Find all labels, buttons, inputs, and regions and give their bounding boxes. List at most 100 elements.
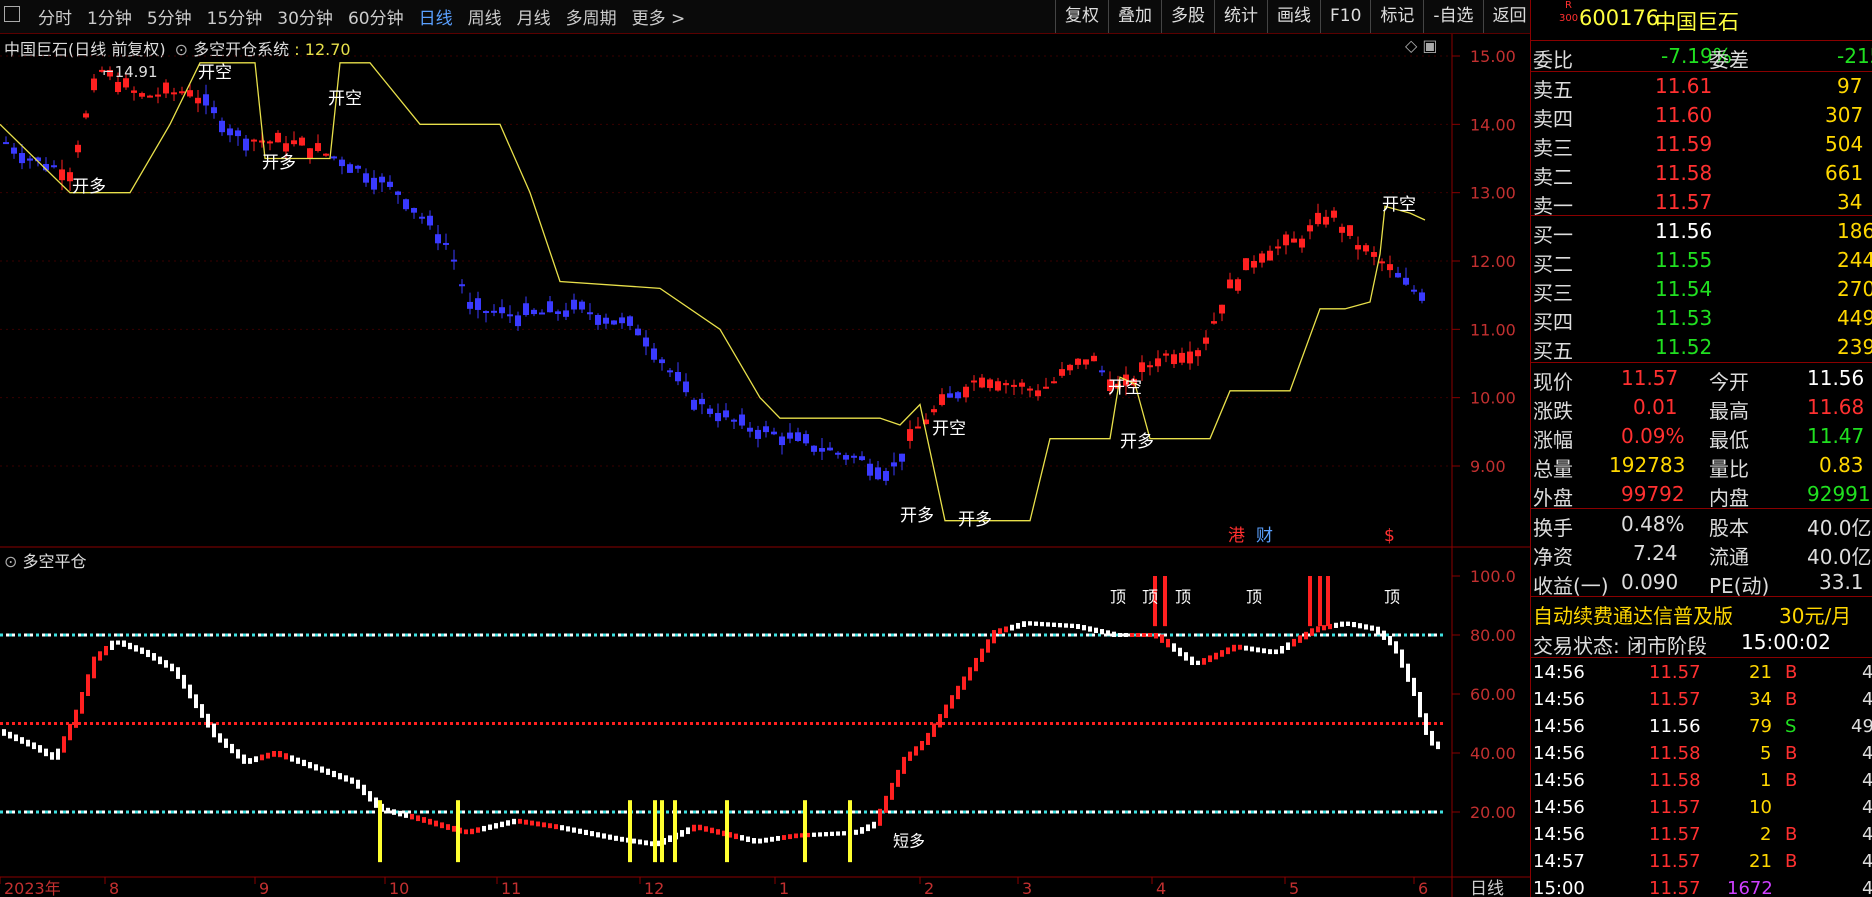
oscillator-bar bbox=[308, 762, 312, 769]
oscillator-bar bbox=[860, 827, 864, 834]
promo-row[interactable]: 自动续费通达信普及版 30元/月 bbox=[1531, 598, 1872, 628]
oscillator-bar bbox=[494, 823, 498, 829]
candle-body bbox=[579, 301, 585, 310]
sell-volume: 34 bbox=[1837, 190, 1863, 214]
oscillator-bar bbox=[686, 827, 690, 835]
weibi-label: 委比 bbox=[1533, 48, 1573, 72]
tick-row: 15:00 11.57 1672 4 bbox=[1531, 875, 1872, 897]
tick-volume: 79 bbox=[1749, 716, 1772, 737]
toolbar-button-2[interactable]: 多股 bbox=[1161, 0, 1214, 33]
toolbar-button-0[interactable]: 复权 bbox=[1055, 0, 1108, 33]
oscillator-bar bbox=[1298, 635, 1302, 643]
stat-value: 0.01 bbox=[1633, 395, 1678, 419]
buy-label: 买二 bbox=[1533, 252, 1573, 276]
candle-body bbox=[427, 215, 433, 226]
candle-body bbox=[619, 317, 625, 324]
candle-body bbox=[939, 394, 945, 405]
x-tick-label: 6 bbox=[1418, 879, 1428, 897]
candle-body bbox=[683, 381, 689, 393]
tab-10[interactable]: 更多 > bbox=[632, 4, 686, 29]
tab-1[interactable]: 1分钟 bbox=[87, 4, 132, 29]
toolbar-button-8[interactable]: 返回 bbox=[1482, 0, 1536, 33]
oscillator-bar bbox=[206, 713, 210, 728]
candle-body bbox=[51, 165, 57, 168]
sub-y-tick-label: 40.00 bbox=[1470, 744, 1516, 763]
stat-label: 最低 bbox=[1709, 428, 1749, 452]
oscillator-bar bbox=[764, 837, 768, 843]
toolbar-button-5[interactable]: F10 bbox=[1320, 0, 1370, 33]
oscillator-bar bbox=[56, 748, 60, 760]
oscillator-bar bbox=[998, 628, 1002, 635]
oscillator-bar bbox=[1196, 660, 1200, 666]
oscillator-bar bbox=[20, 737, 24, 744]
tick-time: 14:57 bbox=[1533, 851, 1585, 872]
oscillator-bar bbox=[1136, 633, 1140, 637]
chart-canvas[interactable]: 15.00 14.00 13.00 12.00 11.00 10.00 9.00 100.0 8… bbox=[0, 34, 1530, 897]
top-label: 顶 bbox=[1246, 588, 1262, 607]
toolbar-button-3[interactable]: 统计 bbox=[1214, 0, 1267, 33]
oscillator-bar bbox=[896, 769, 900, 787]
toolbar-button-7[interactable]: -自选 bbox=[1423, 0, 1482, 33]
tick-direction: B bbox=[1785, 662, 1798, 683]
oscillator-bar bbox=[1154, 633, 1158, 639]
candle-body bbox=[451, 259, 457, 262]
oscillator-bar bbox=[1058, 622, 1062, 628]
tab-5[interactable]: 60分钟 bbox=[348, 4, 404, 29]
stat2-value: 0.48% bbox=[1621, 512, 1685, 536]
signal-marker: 开多 bbox=[958, 510, 992, 530]
oscillator-bar bbox=[176, 667, 180, 679]
candle-body bbox=[83, 113, 89, 118]
oscillator-bar bbox=[170, 663, 174, 672]
tick-count: 4 bbox=[1862, 797, 1872, 818]
oscillator-bar bbox=[482, 825, 486, 832]
oscillator-bar bbox=[680, 830, 684, 837]
toolbar-button-1[interactable]: 叠加 bbox=[1108, 0, 1161, 33]
oscillator-bar bbox=[578, 828, 582, 834]
oscillator-bar bbox=[632, 838, 636, 844]
oscillator-bar bbox=[638, 839, 642, 845]
tab-9[interactable]: 多周期 bbox=[566, 4, 617, 29]
sell-label: 卖五 bbox=[1533, 78, 1573, 102]
tab-3[interactable]: 15分钟 bbox=[207, 4, 263, 29]
buy-row: 买三 11.54 270 bbox=[1531, 275, 1872, 305]
stat2-value: 40.0亿 bbox=[1807, 545, 1872, 569]
stat-label: 今开 bbox=[1709, 370, 1749, 394]
oscillator-bar bbox=[1250, 646, 1254, 652]
candle-body bbox=[1259, 253, 1265, 263]
candle-body bbox=[75, 144, 81, 153]
oscillator-bar bbox=[8, 731, 12, 739]
tab-0[interactable]: 分时 bbox=[38, 4, 72, 29]
tick-row: 14:56 11.58 5B 4 bbox=[1531, 740, 1872, 767]
separator bbox=[1531, 215, 1872, 216]
oscillator-bar bbox=[698, 824, 702, 831]
oscillator-bar bbox=[338, 773, 342, 780]
oscillator-bar bbox=[866, 824, 870, 832]
candle-body bbox=[1387, 264, 1393, 271]
oscillator-bar bbox=[1052, 622, 1056, 627]
sell-price: 11.59 bbox=[1655, 132, 1713, 156]
toolbar-button-4[interactable]: 画线 bbox=[1267, 0, 1320, 33]
oscillator-bar bbox=[26, 739, 30, 747]
oscillator-bar bbox=[920, 740, 924, 751]
stock-name: 中国巨石 bbox=[1655, 10, 1739, 34]
tab-8[interactable]: 月线 bbox=[517, 4, 551, 29]
tab-4[interactable]: 30分钟 bbox=[277, 4, 333, 29]
tab-2[interactable]: 5分钟 bbox=[147, 4, 192, 29]
window-toggle-icon[interactable] bbox=[4, 6, 20, 22]
tab-7[interactable]: 周线 bbox=[468, 4, 502, 29]
tick-price: 11.58 bbox=[1649, 743, 1701, 764]
candle-body bbox=[763, 426, 769, 433]
signal-marker: 开空 bbox=[328, 89, 362, 109]
candle-body bbox=[1395, 272, 1401, 278]
candle-body bbox=[1179, 352, 1185, 363]
oscillator-bar bbox=[320, 766, 324, 773]
tick-direction: S bbox=[1785, 716, 1797, 737]
candle-body bbox=[891, 462, 897, 467]
candle-body bbox=[339, 159, 345, 167]
oscillator-bar bbox=[1112, 631, 1116, 637]
toolbar-button-6[interactable]: 标记 bbox=[1370, 0, 1423, 33]
oscillator-bar bbox=[1244, 645, 1248, 651]
buy-price: 11.55 bbox=[1655, 248, 1713, 272]
candle-body bbox=[59, 169, 65, 181]
tab-6[interactable]: 日线 bbox=[419, 4, 453, 29]
